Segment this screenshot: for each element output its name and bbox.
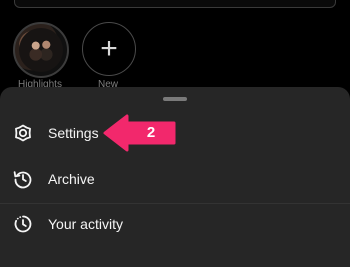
highlight-photo bbox=[19, 28, 63, 72]
menu-item-archive[interactable]: Archive bbox=[0, 157, 350, 201]
menu-item-your-activity[interactable]: Your activity bbox=[0, 202, 350, 246]
activity-icon bbox=[12, 213, 34, 235]
plus-icon: + bbox=[100, 32, 118, 65]
top-input-box bbox=[14, 0, 336, 8]
step-number-badge: 2 bbox=[146, 124, 156, 141]
menu-item-label: Archive bbox=[48, 171, 95, 187]
archive-clock-icon bbox=[12, 168, 34, 190]
menu-item-label: Your activity bbox=[48, 216, 123, 232]
highlight-avatar[interactable] bbox=[13, 22, 69, 78]
menu-item-label: Settings bbox=[48, 125, 99, 141]
new-highlight-button[interactable]: + bbox=[82, 22, 136, 76]
sheet-drag-handle[interactable] bbox=[163, 97, 187, 101]
settings-gear-icon bbox=[12, 122, 34, 144]
